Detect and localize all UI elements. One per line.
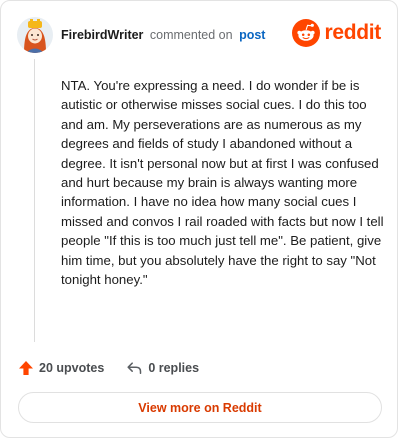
replies-button[interactable]: 0 replies	[126, 360, 199, 376]
comment-body: NTA. You're expressing a need. I do wond…	[61, 78, 384, 288]
reddit-wordmark: reddit	[324, 21, 381, 44]
upvote-count: 20 upvotes	[39, 361, 105, 375]
view-more-button[interactable]: View more on Reddit	[18, 392, 382, 423]
upvote-arrow-icon	[19, 361, 33, 375]
upvote-button[interactable]: 20 upvotes	[18, 360, 104, 376]
reply-count: 0 replies	[148, 361, 200, 375]
reddit-logo-icon	[292, 19, 321, 47]
user-avatar[interactable]	[17, 17, 53, 53]
reply-arrow-icon	[127, 362, 142, 374]
commented-on-text: commented on	[149, 28, 233, 42]
comment-meta: FirebirdWriter commented on post	[61, 27, 265, 43]
thread-line	[34, 59, 35, 342]
avatar-illustration-icon	[17, 17, 53, 53]
reddit-brand[interactable]: reddit	[292, 19, 381, 47]
comment-actions: 20 upvotes 0 replies	[18, 358, 199, 378]
username[interactable]: FirebirdWriter	[61, 28, 143, 42]
post-link[interactable]: post	[239, 28, 265, 42]
reddit-comment-card: FirebirdWriter commented on post reddit …	[0, 0, 398, 438]
comment-header: FirebirdWriter commented on post reddit	[17, 15, 383, 55]
